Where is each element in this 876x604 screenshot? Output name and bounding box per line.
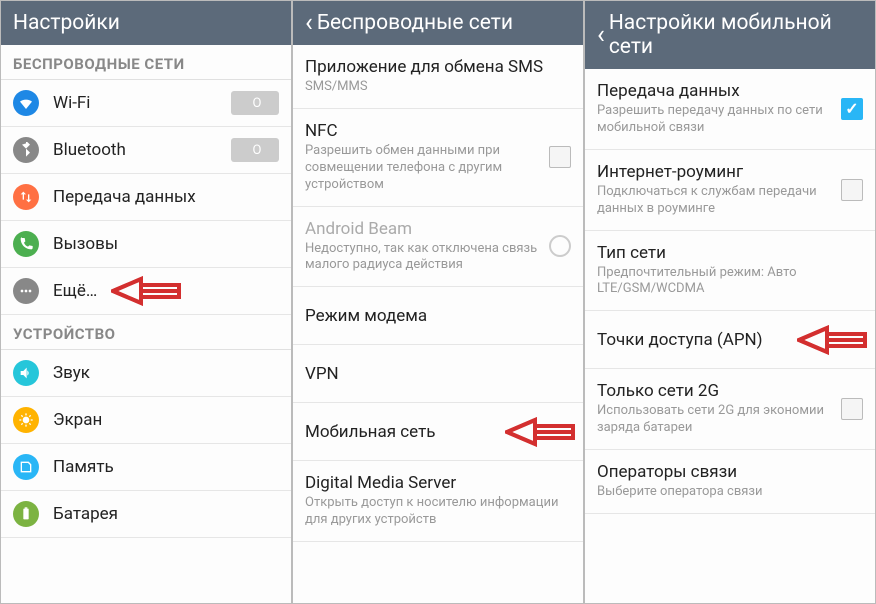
wifi-label: Wi-Fi	[53, 93, 231, 113]
section-wireless: БЕСПРОВОДНЫЕ СЕТИ	[1, 45, 291, 80]
bluetooth-icon	[13, 137, 39, 163]
only2g-title: Только сети 2G	[597, 381, 841, 401]
header-mobile-net[interactable]: ‹ Настройки мобильной сети	[585, 1, 875, 69]
mobile-label: Мобильная сеть	[305, 422, 571, 442]
bluetooth-toggle[interactable]: O	[231, 138, 279, 162]
only2g-sub: Использовать сети 2G для экономии заряда…	[597, 403, 841, 437]
row-dms[interactable]: Digital Media Server Открыть доступ к но…	[293, 461, 583, 542]
apn-label: Точки доступа (APN)	[597, 330, 863, 350]
roaming-sub: Подключаться к службам передачи данных в…	[597, 184, 841, 218]
row-nfc[interactable]: NFC Разрешить обмен данными при совмещен…	[293, 109, 583, 207]
beam-radio	[549, 235, 571, 257]
row-sound[interactable]: Звук	[1, 350, 291, 397]
row-screen[interactable]: Экран	[1, 397, 291, 444]
sms-title: Приложение для обмена SMS	[305, 57, 571, 77]
bluetooth-label: Bluetooth	[53, 140, 231, 160]
sound-icon	[13, 360, 39, 386]
row-bluetooth[interactable]: Bluetooth O	[1, 127, 291, 174]
dms-title: Digital Media Server	[305, 473, 571, 493]
operators-sub: Выберите оператора связи	[597, 484, 863, 501]
row-network-type[interactable]: Тип сети Предпочтительный режим: Авто LT…	[585, 231, 875, 312]
row-more[interactable]: Ещё…	[1, 268, 291, 315]
roaming-checkbox[interactable]	[841, 179, 863, 201]
row-apn[interactable]: Точки доступа (APN)	[585, 311, 875, 369]
back-icon[interactable]: ‹	[597, 25, 605, 45]
row-roaming[interactable]: Интернет-роуминг Подключаться к службам …	[585, 150, 875, 231]
more-label: Ещё…	[53, 281, 279, 301]
modem-label: Режим модема	[305, 306, 571, 326]
wifi-toggle[interactable]: O	[231, 91, 279, 115]
battery-icon	[13, 501, 39, 527]
memory-label: Память	[53, 457, 279, 477]
data-checkbox[interactable]: ✓	[841, 98, 863, 120]
screen-icon	[13, 407, 39, 433]
battery-label: Батарея	[53, 504, 279, 524]
wireless-panel: ‹ Беспроводные сети Приложение для обмен…	[292, 0, 584, 604]
sms-sub: SMS/MMS	[305, 79, 571, 96]
row-beam: Android Beam Недоступно, так как отключе…	[293, 207, 583, 288]
memory-icon	[13, 454, 39, 480]
dms-sub: Открыть доступ к носителю информации для…	[305, 495, 571, 529]
header-title: Настройки мобильной сети	[609, 11, 863, 59]
row-modem[interactable]: Режим модема	[293, 287, 583, 345]
row-wifi[interactable]: Wi-Fi O	[1, 80, 291, 127]
data-title: Передача данных	[597, 81, 841, 101]
row-calls[interactable]: Вызовы	[1, 221, 291, 268]
data-icon	[13, 184, 39, 210]
row-memory[interactable]: Память	[1, 444, 291, 491]
section-device: УСТРОЙСТВО	[1, 315, 291, 350]
row-battery[interactable]: Батарея	[1, 491, 291, 538]
sound-label: Звук	[53, 363, 279, 383]
nettype-sub: Предпочтительный режим: Авто LTE/GSM/WCD…	[597, 265, 863, 299]
row-operators[interactable]: Операторы связи Выберите оператора связи	[585, 450, 875, 514]
mobile-network-panel: ‹ Настройки мобильной сети Передача данн…	[584, 0, 876, 604]
nfc-sub: Разрешить обмен данными при совмещении т…	[305, 143, 549, 194]
row-data[interactable]: Передача данных	[1, 174, 291, 221]
roaming-title: Интернет-роуминг	[597, 162, 841, 182]
row-sms[interactable]: Приложение для обмена SMS SMS/MMS	[293, 45, 583, 109]
settings-panel: Настройки БЕСПРОВОДНЫЕ СЕТИ Wi-Fi O Blue…	[0, 0, 292, 604]
only2g-checkbox[interactable]	[841, 398, 863, 420]
header-wireless[interactable]: ‹ Беспроводные сети	[293, 1, 583, 45]
nfc-title: NFC	[305, 121, 549, 141]
nettype-title: Тип сети	[597, 243, 863, 263]
phone-icon	[13, 231, 39, 257]
row-mobile-network[interactable]: Мобильная сеть	[293, 403, 583, 461]
data-sub: Разрешить передачу данных по сети мобиль…	[597, 103, 841, 137]
beam-sub: Недоступно, так как отключена связь мало…	[305, 241, 549, 275]
wifi-icon	[13, 90, 39, 116]
more-icon	[13, 278, 39, 304]
header-settings: Настройки	[1, 1, 291, 45]
row-vpn[interactable]: VPN	[293, 345, 583, 403]
vpn-label: VPN	[305, 364, 571, 384]
back-icon[interactable]: ‹	[305, 13, 313, 33]
calls-label: Вызовы	[53, 234, 279, 254]
beam-title: Android Beam	[305, 219, 549, 239]
header-title: Беспроводные сети	[317, 11, 513, 35]
header-title: Настройки	[13, 11, 120, 35]
data-label: Передача данных	[53, 187, 279, 207]
screen-label: Экран	[53, 410, 279, 430]
row-2g-only[interactable]: Только сети 2G Использовать сети 2G для …	[585, 369, 875, 450]
operators-title: Операторы связи	[597, 462, 863, 482]
row-data-transfer[interactable]: Передача данных Разрешить передачу данны…	[585, 69, 875, 150]
nfc-checkbox[interactable]	[549, 146, 571, 168]
